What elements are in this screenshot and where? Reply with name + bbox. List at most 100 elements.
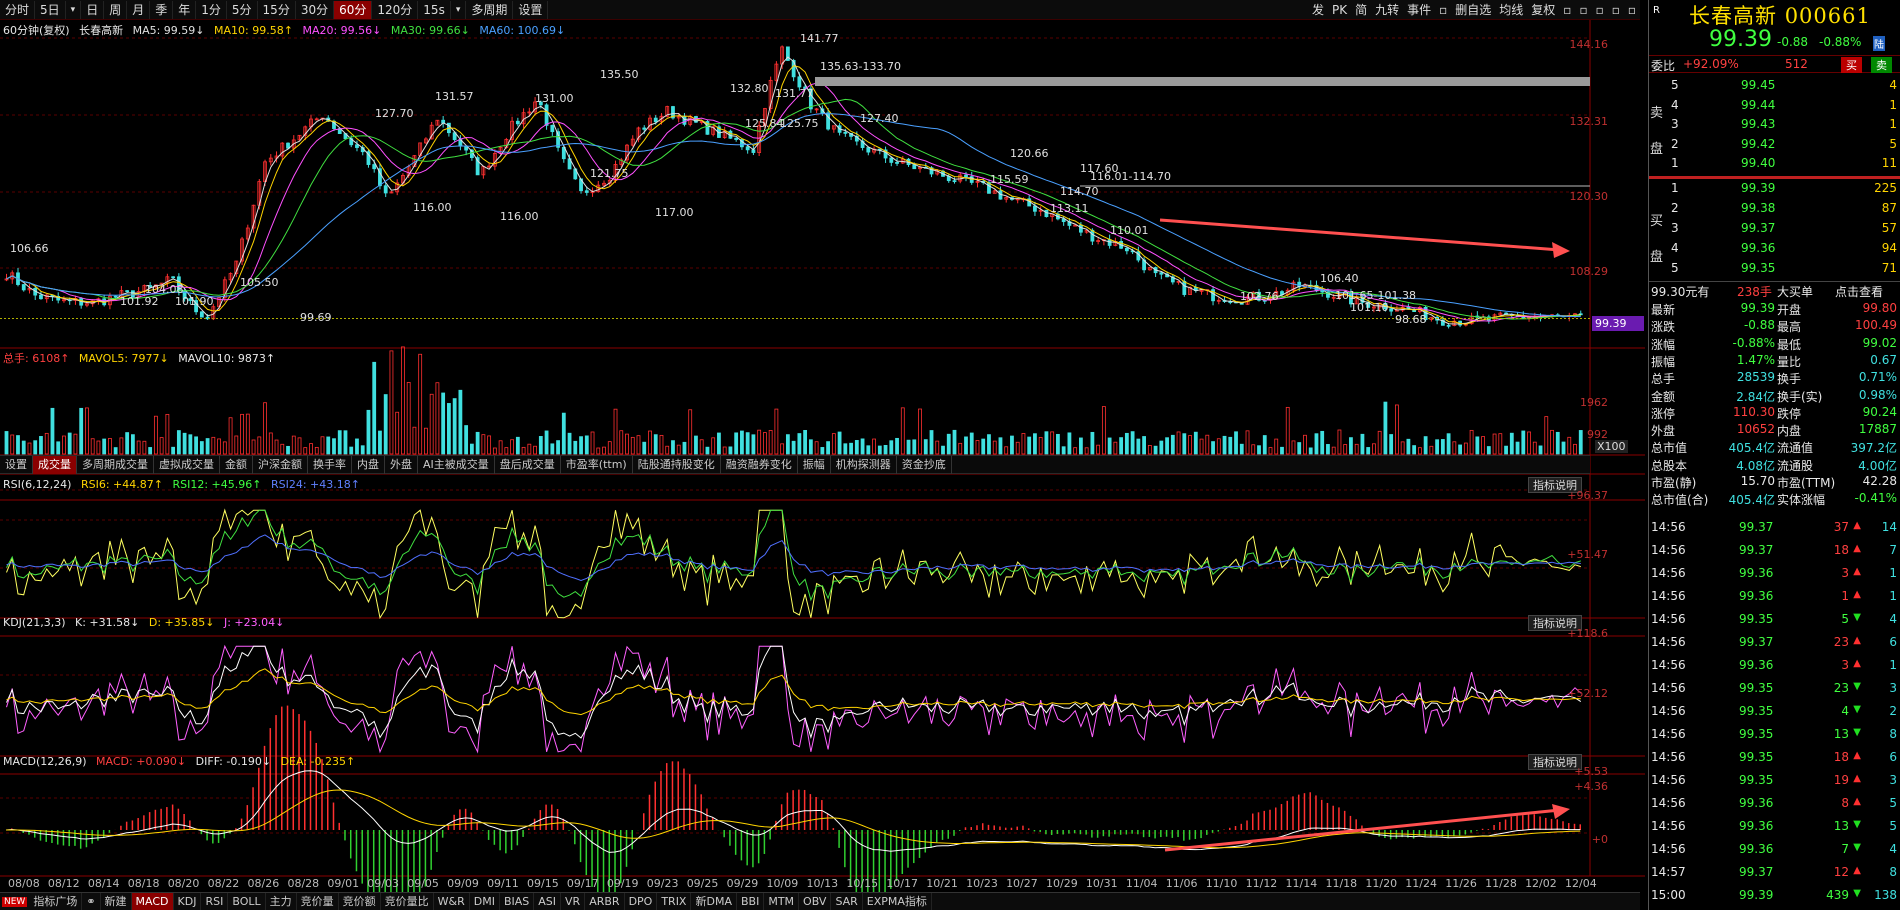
- indicator-tab-6[interactable]: RSI: [201, 893, 229, 910]
- period-tab-14[interactable]: 15s: [418, 0, 451, 19]
- volume-bar: [803, 430, 808, 455]
- indicator-tab-11[interactable]: 竞价量比: [381, 893, 434, 910]
- ask-level-row[interactable]: 4 99.44 1: [1649, 98, 1900, 116]
- sell-button[interactable]: 卖: [1871, 57, 1892, 73]
- indicator-tab-3[interactable]: 新建: [101, 893, 132, 910]
- period-tab-13[interactable]: 120分: [372, 0, 419, 19]
- period-tab-10[interactable]: 15分: [258, 0, 296, 19]
- indicator-tab-9[interactable]: 竞价量: [297, 893, 339, 910]
- indicator-tab-5[interactable]: KDJ: [174, 893, 202, 910]
- volume-tab-8[interactable]: 外盘: [385, 455, 418, 474]
- tool-icon[interactable]: ▫: [1575, 3, 1591, 17]
- tool-icon[interactable]: ▫: [1624, 3, 1640, 17]
- period-tab-1[interactable]: 5日: [35, 0, 66, 19]
- volume-tab-12[interactable]: 陆股通持股变化: [633, 455, 721, 474]
- period-tab-5[interactable]: 月: [127, 0, 151, 19]
- indicator-tab-12[interactable]: W&R: [434, 893, 470, 910]
- indicator-tab-22[interactable]: MTM: [764, 893, 800, 910]
- indicator-tab-14[interactable]: BIAS: [500, 893, 535, 910]
- indicator-tab-18[interactable]: DPO: [625, 893, 658, 910]
- bid-level: 3: [1671, 221, 1679, 235]
- big-order-link[interactable]: 点击查看: [1835, 283, 1883, 300]
- tool-icon[interactable]: ▫: [1608, 3, 1624, 17]
- indicator-tab-17[interactable]: ARBR: [585, 893, 625, 910]
- volume-tab-14[interactable]: 振幅: [798, 455, 831, 474]
- period-tab-7[interactable]: 年: [173, 0, 197, 19]
- indicator-tab-7[interactable]: BOLL: [228, 893, 266, 910]
- indicator-tab-1[interactable]: 指标广场: [29, 893, 83, 910]
- indicator-tab-4[interactable]: MACD: [131, 893, 174, 910]
- bid-level-row[interactable]: 4 99.36 94: [1649, 241, 1900, 259]
- volume-tab-0[interactable]: 设置: [0, 455, 33, 474]
- volume-tab-5[interactable]: 沪深金额: [253, 455, 308, 474]
- ask-level-row[interactable]: 3 99.43 1: [1649, 117, 1900, 135]
- indicator-tab-21[interactable]: BBI: [737, 893, 765, 910]
- ask-level-row[interactable]: 2 99.42 5: [1649, 137, 1900, 155]
- volume-bar: [378, 430, 382, 455]
- dropdown-arrow-icon[interactable]: ▾: [451, 0, 467, 19]
- volume-bar: [1463, 442, 1468, 455]
- indicator-tab-19[interactable]: TRIX: [657, 893, 692, 910]
- indicator-tab-25[interactable]: EXPMA指标: [863, 893, 932, 910]
- volume-bar: [1377, 430, 1382, 455]
- volume-tab-13[interactable]: 融资融券变化: [721, 455, 798, 474]
- indicator-tab-16[interactable]: VR: [561, 893, 586, 910]
- tool-button-4[interactable]: 事件: [1403, 1, 1435, 18]
- tick-time: 14:56: [1651, 750, 1686, 764]
- period-tab-6[interactable]: 季: [150, 0, 174, 19]
- period-tab-17[interactable]: 设置: [513, 0, 549, 19]
- tool-button-7[interactable]: 均线: [1495, 1, 1527, 18]
- volume-bar: [1423, 436, 1428, 455]
- tool-icon[interactable]: ▫: [1435, 3, 1451, 17]
- ask-level-row[interactable]: 5 99.45 4: [1649, 78, 1900, 96]
- indicator-tab-10[interactable]: 竞价额: [339, 893, 381, 910]
- volume-tab-4[interactable]: 金额: [220, 455, 253, 474]
- tool-button-1[interactable]: PK: [1328, 3, 1351, 17]
- period-tab-11[interactable]: 30分: [296, 0, 335, 19]
- indicator-tab-13[interactable]: DMI: [470, 893, 500, 910]
- indicator-tab-20[interactable]: 新DMA: [691, 893, 737, 910]
- tool-button-0[interactable]: 发: [1308, 1, 1328, 18]
- period-tab-9[interactable]: 5分: [227, 0, 258, 19]
- bid-level-row[interactable]: 2 99.38 87: [1649, 201, 1900, 219]
- volume-tab-7[interactable]: 内盘: [352, 455, 385, 474]
- volume-tab-3[interactable]: 虚拟成交量: [154, 455, 220, 474]
- period-tab-16[interactable]: 多周期: [466, 0, 514, 19]
- volume-tab-1[interactable]: 成交量: [33, 455, 77, 474]
- volume-tab-15[interactable]: 机构探测器: [831, 455, 897, 474]
- volume-tab-11[interactable]: 市盈率(ttm): [561, 455, 633, 474]
- tool-button-8[interactable]: 复权: [1527, 1, 1559, 18]
- indicator-tab-23[interactable]: OBV: [799, 893, 832, 910]
- volume-bar: [987, 434, 991, 455]
- kdj-axis-label: +52.12: [1567, 687, 1608, 700]
- ask-level-row[interactable]: 1 99.40 11: [1649, 156, 1900, 174]
- tool-icon[interactable]: ▫: [1559, 3, 1575, 17]
- volume-bar: [188, 434, 193, 455]
- bid-level-row[interactable]: 5 99.35 71: [1649, 261, 1900, 279]
- period-tab-0[interactable]: 分时: [0, 0, 36, 19]
- volume-tab-9[interactable]: AI主被成交量: [418, 455, 495, 474]
- period-tab-8[interactable]: 1分: [196, 0, 227, 19]
- stat-label: 外盘: [1651, 424, 1676, 439]
- dropdown-arrow-icon[interactable]: ▾: [66, 0, 82, 19]
- period-tab-12[interactable]: 60分: [334, 0, 373, 19]
- tool-button-3[interactable]: 九转: [1371, 1, 1403, 18]
- indicator-tab-15[interactable]: ASI: [534, 893, 562, 910]
- volume-bar: [429, 393, 434, 455]
- period-tab-4[interactable]: 周: [104, 0, 128, 19]
- volume-tab-10[interactable]: 盘后成交量: [495, 455, 561, 474]
- bid-level-row[interactable]: 3 99.37 57: [1649, 221, 1900, 239]
- buy-button[interactable]: 买: [1841, 57, 1862, 73]
- indicator-tab-24[interactable]: SAR: [831, 893, 863, 910]
- tool-button-2[interactable]: 简: [1351, 1, 1371, 18]
- tool-icon[interactable]: ▫: [1592, 3, 1608, 17]
- volume-tab-6[interactable]: 换手率: [308, 455, 352, 474]
- tick-price: 99.36: [1739, 819, 1774, 833]
- tool-button-6[interactable]: 删自选: [1451, 1, 1495, 18]
- bid-level-row[interactable]: 1 99.39 225: [1649, 181, 1900, 199]
- link-icon[interactable]: ⚭: [82, 893, 101, 910]
- volume-tab-2[interactable]: 多周期成交量: [77, 455, 154, 474]
- indicator-tab-8[interactable]: 主力: [266, 893, 297, 910]
- volume-tab-16[interactable]: 资金抄底: [897, 455, 952, 474]
- period-tab-3[interactable]: 日: [81, 0, 105, 19]
